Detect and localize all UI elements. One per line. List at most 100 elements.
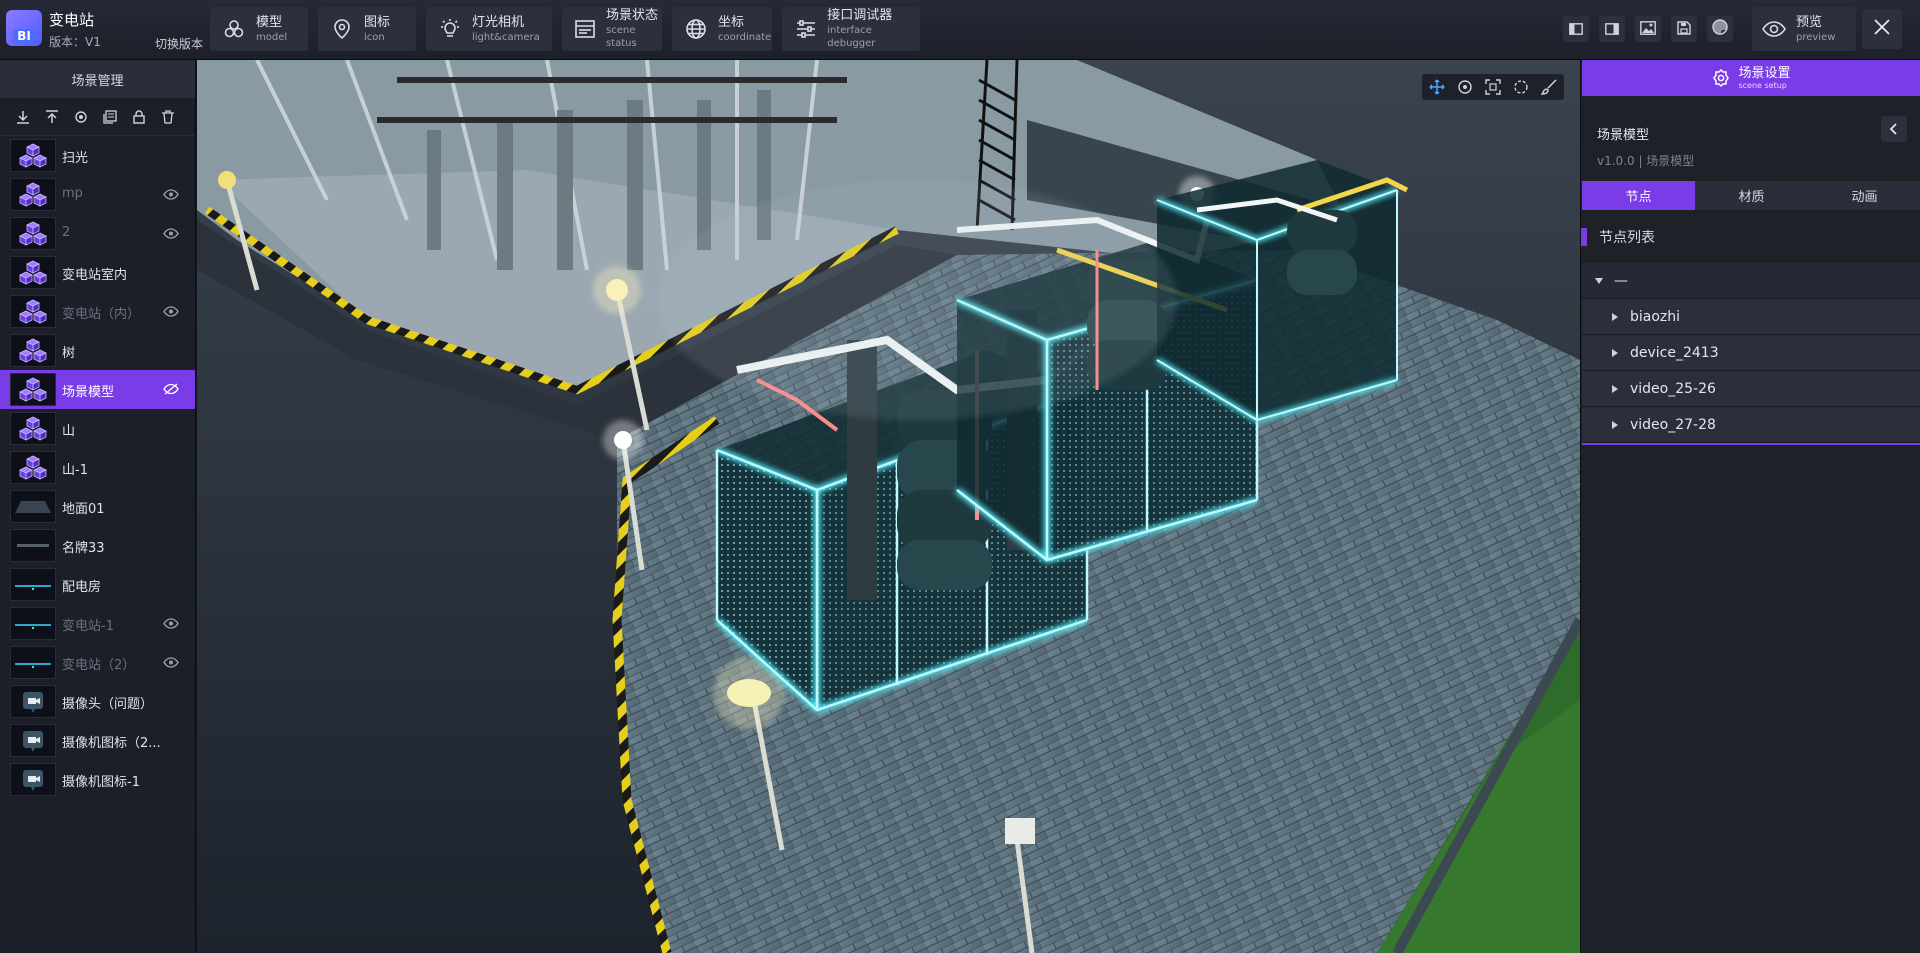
tool-icon-sub: icon — [364, 31, 385, 43]
close-button[interactable] — [1862, 9, 1902, 49]
rotate-icon[interactable] — [1512, 78, 1530, 96]
line-thumbnail — [10, 646, 56, 679]
save-button[interactable] — [1671, 16, 1697, 42]
tree-node-label: biaozhi — [1630, 308, 1681, 325]
eye-icon[interactable] — [162, 616, 180, 630]
logo-text: BI — [13, 29, 35, 43]
substation-3d-scene — [197, 60, 1580, 953]
delete-icon[interactable] — [159, 108, 177, 126]
copy-icon[interactable] — [101, 108, 119, 126]
tool-model-sub: model — [256, 31, 288, 43]
caret-right-icon[interactable] — [1610, 312, 1620, 322]
scene-item[interactable]: 名牌33 — [0, 526, 195, 565]
tool-scene-status-label: 场景状态 — [606, 8, 659, 23]
scene-item-label: 配电房 — [62, 580, 102, 595]
scene-item[interactable]: 2 — [0, 214, 195, 253]
scene-item[interactable]: 变电站-1 — [0, 604, 195, 643]
palette-icon — [1712, 19, 1728, 39]
eye-icon[interactable] — [162, 655, 180, 669]
scene-item-label: 名牌33 — [62, 541, 105, 556]
tree-root-row[interactable]: — — [1582, 263, 1920, 299]
tab-nodes[interactable]: 节点 — [1582, 181, 1695, 210]
scene-manager-panel: 场景管理 扫光 mp 2 变电站室内 变电站（内） 树场景模型山山-1 地面01 名牌33 配电… — [0, 60, 196, 953]
eye-icon[interactable] — [162, 187, 180, 201]
tab-animation[interactable]: 动画 — [1808, 181, 1920, 210]
scene-item[interactable]: mp — [0, 175, 195, 214]
scene-item[interactable]: 地面01 — [0, 487, 195, 526]
scene-item[interactable]: 摄像机图标（2... — [0, 721, 195, 760]
caret-right-icon[interactable] — [1610, 348, 1620, 358]
3d-viewport[interactable] — [197, 60, 1580, 953]
cube-thumbnail — [10, 256, 56, 289]
brush-icon[interactable] — [1540, 78, 1558, 96]
scale-icon[interactable] — [1484, 78, 1502, 96]
app-version: 版本：V1 — [49, 35, 101, 49]
cube-thumbnail — [10, 334, 56, 367]
tool-coordinate-label: 坐标 — [718, 14, 745, 30]
scene-item[interactable]: 场景模型 — [0, 370, 195, 409]
node-list-accent — [1581, 228, 1587, 246]
palette-button[interactable] — [1707, 16, 1733, 42]
caret-down-icon[interactable] — [1594, 276, 1604, 286]
scene-settings-button[interactable]: 场景设置 scene setup — [1582, 60, 1920, 96]
scene-item-label: 树 — [62, 346, 76, 361]
tab-materials[interactable]: 材质 — [1695, 181, 1808, 210]
tree-node-row[interactable]: device_2413 — [1582, 335, 1920, 371]
cube-thumbnail — [10, 373, 56, 406]
scene-item[interactable]: 变电站（2） — [0, 643, 195, 682]
layout-left-icon — [1569, 20, 1583, 39]
app-logo: BI — [6, 10, 42, 46]
tool-light-camera-button[interactable]: 灯光相机 light&camera — [426, 7, 552, 51]
tree-node-row[interactable]: video_27-28 — [1582, 407, 1920, 443]
settings-tabs: 节点 材质 动画 — [1582, 181, 1920, 210]
tree-root-label: — — [1614, 272, 1628, 289]
tool-interface-debugger-button[interactable]: 接口调试器 interface debugger — [782, 7, 920, 51]
scene-item-label: 变电站（2） — [62, 658, 136, 673]
scene-item[interactable]: 摄像头（问题） — [0, 682, 195, 721]
preview-button[interactable]: 预览 preview — [1752, 7, 1856, 51]
tree-node-label: video_25-26 — [1630, 380, 1716, 397]
scene-item[interactable]: 变电站室内 — [0, 253, 195, 292]
caret-right-icon[interactable] — [1610, 420, 1620, 430]
collapse-panel-button[interactable] — [1881, 116, 1907, 142]
export-icon[interactable] — [43, 108, 61, 126]
tool-icon-button[interactable]: 图标 icon — [318, 7, 416, 51]
node-list-title: 节点列表 — [1599, 230, 1655, 246]
preview-sub: preview — [1796, 31, 1836, 43]
plate-thumbnail — [10, 529, 56, 562]
image-button[interactable] — [1635, 16, 1661, 42]
tool-model-button[interactable]: 模型 model — [210, 7, 308, 51]
cube-thumbnail — [10, 451, 56, 484]
switch-version-link[interactable]: 切换版本 — [155, 35, 203, 52]
viewport-toolbar — [1422, 74, 1564, 100]
scene-item[interactable]: 山 — [0, 409, 195, 448]
line-thumbnail — [10, 607, 56, 640]
tool-coordinate-button[interactable]: 坐标 coordinate — [672, 7, 772, 51]
layout-left-button[interactable] — [1563, 16, 1589, 42]
eye-icon[interactable] — [162, 304, 180, 318]
scene-settings-panel: 场景设置 scene setup 场景模型 v1.0.0 | 场景模型 节点 材质动… — [1580, 60, 1920, 953]
scene-item[interactable]: 扫光 — [0, 136, 195, 175]
scene-item-label: 2 — [62, 225, 71, 240]
eye-icon[interactable] — [162, 226, 180, 240]
target-icon[interactable] — [1456, 78, 1474, 96]
scene-item[interactable]: 树 — [0, 331, 195, 370]
scene-item[interactable]: 变电站（内） — [0, 292, 195, 331]
scene-item-label: 山 — [62, 424, 76, 439]
tree-node-row[interactable]: video_25-26 — [1582, 371, 1920, 407]
import-icon[interactable] — [14, 108, 32, 126]
caret-right-icon[interactable] — [1610, 384, 1620, 394]
tool-scene-status-button[interactable]: 场景状态 scene status — [562, 7, 662, 51]
locate-icon[interactable] — [72, 108, 90, 126]
scene-item[interactable]: 山-1 — [0, 448, 195, 487]
model-icon — [222, 17, 246, 41]
scene-item[interactable]: 配电房 — [0, 565, 195, 604]
scene-status-icon — [574, 17, 596, 41]
tree-node-row[interactable]: biaozhi — [1582, 299, 1920, 335]
scene-item-label: 变电站（内） — [62, 307, 141, 322]
layout-right-button[interactable] — [1599, 16, 1625, 42]
lock-icon[interactable] — [130, 108, 148, 126]
scene-item[interactable]: 摄像机图标-1 — [0, 760, 195, 799]
move-icon[interactable] — [1428, 78, 1446, 96]
eye-off-icon[interactable] — [162, 382, 180, 396]
